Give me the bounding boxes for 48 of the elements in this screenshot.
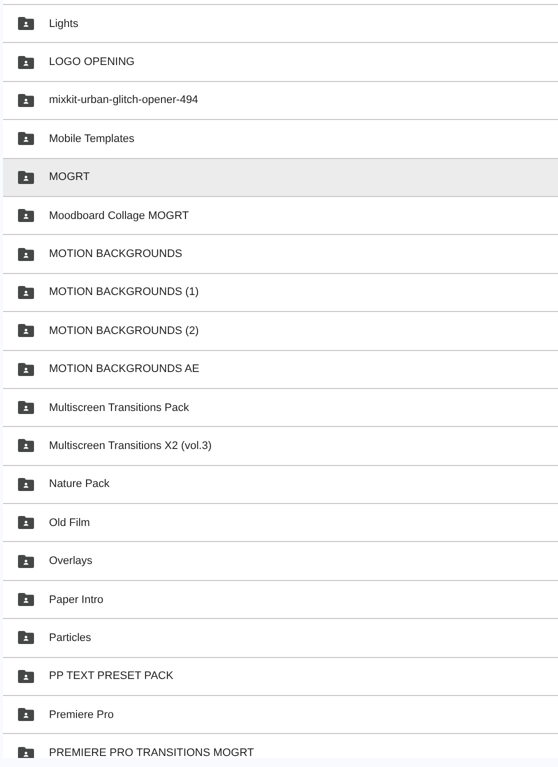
folder-name: PP TEXT PRESET PACK xyxy=(49,670,174,682)
shared-folder-icon xyxy=(18,94,34,107)
folder-name: Particles xyxy=(49,632,92,644)
shared-folder-icon xyxy=(18,554,34,568)
shared-folder-icon xyxy=(18,401,34,414)
folder-name: Multiscreen Transitions Pack xyxy=(49,402,189,414)
shared-folder-icon xyxy=(18,478,34,491)
shared-folder-icon xyxy=(18,439,34,452)
folder-name: Lights xyxy=(49,18,78,30)
shared-folder-icon xyxy=(18,324,34,338)
shared-folder-icon xyxy=(18,248,34,261)
folder-name: MOTION BACKGROUNDS (1) xyxy=(49,286,199,298)
folder-row[interactable]: Premiere Pro xyxy=(3,695,558,734)
shared-folder-icon xyxy=(18,708,34,722)
shared-folder-icon xyxy=(18,209,34,222)
folder-name: Mobile Templates xyxy=(49,132,134,145)
shared-folder-icon xyxy=(18,286,34,299)
shared-folder-icon xyxy=(18,516,34,530)
folder-name: mixkit-urban-glitch-opener-494 xyxy=(49,94,198,106)
shared-folder-icon xyxy=(18,362,34,376)
folder-row[interactable]: PREMIERE PRO TRANSITIONS MOGRT xyxy=(3,733,558,758)
shared-folder-icon xyxy=(18,746,34,758)
folder-name: MOTION BACKGROUNDS AE xyxy=(49,363,200,376)
folder-row[interactable]: Lights xyxy=(3,4,558,42)
folder-row[interactable]: Old Film xyxy=(3,503,558,542)
folder-name: MOTION BACKGROUNDS (2) xyxy=(49,324,199,337)
folder-name: PREMIERE PRO TRANSITIONS MOGRT xyxy=(49,747,254,758)
folder-row[interactable]: Multiscreen Transitions Pack xyxy=(3,388,558,426)
folder-name: MOTION BACKGROUNDS xyxy=(49,248,182,260)
folder-name: MOGRT xyxy=(49,171,90,184)
folder-name: Multiscreen Transitions X2 (vol.3) xyxy=(49,440,212,452)
shared-folder-icon xyxy=(18,132,34,146)
folder-row[interactable]: MOGRT xyxy=(3,158,558,196)
shared-folder-icon xyxy=(18,631,34,644)
shared-folder-icon xyxy=(18,17,34,30)
folder-name: Paper Intro xyxy=(49,594,104,606)
folder-name: LOGO OPENING xyxy=(49,56,135,68)
shared-folder-icon xyxy=(18,670,34,683)
folder-name: Premiere Pro xyxy=(49,708,114,721)
folder-row[interactable]: Paper Intro xyxy=(3,580,558,618)
folder-name: Moodboard Collage MOGRT xyxy=(49,210,189,222)
shared-folder-icon xyxy=(18,56,34,69)
shared-folder-icon xyxy=(18,170,34,184)
shared-folder-icon xyxy=(18,593,34,606)
folder-name: Overlays xyxy=(49,555,92,568)
folder-row[interactable]: Moodboard Collage MOGRT xyxy=(3,196,558,234)
folder-name: Old Film xyxy=(49,516,90,529)
folder-name: Nature Pack xyxy=(49,478,110,490)
